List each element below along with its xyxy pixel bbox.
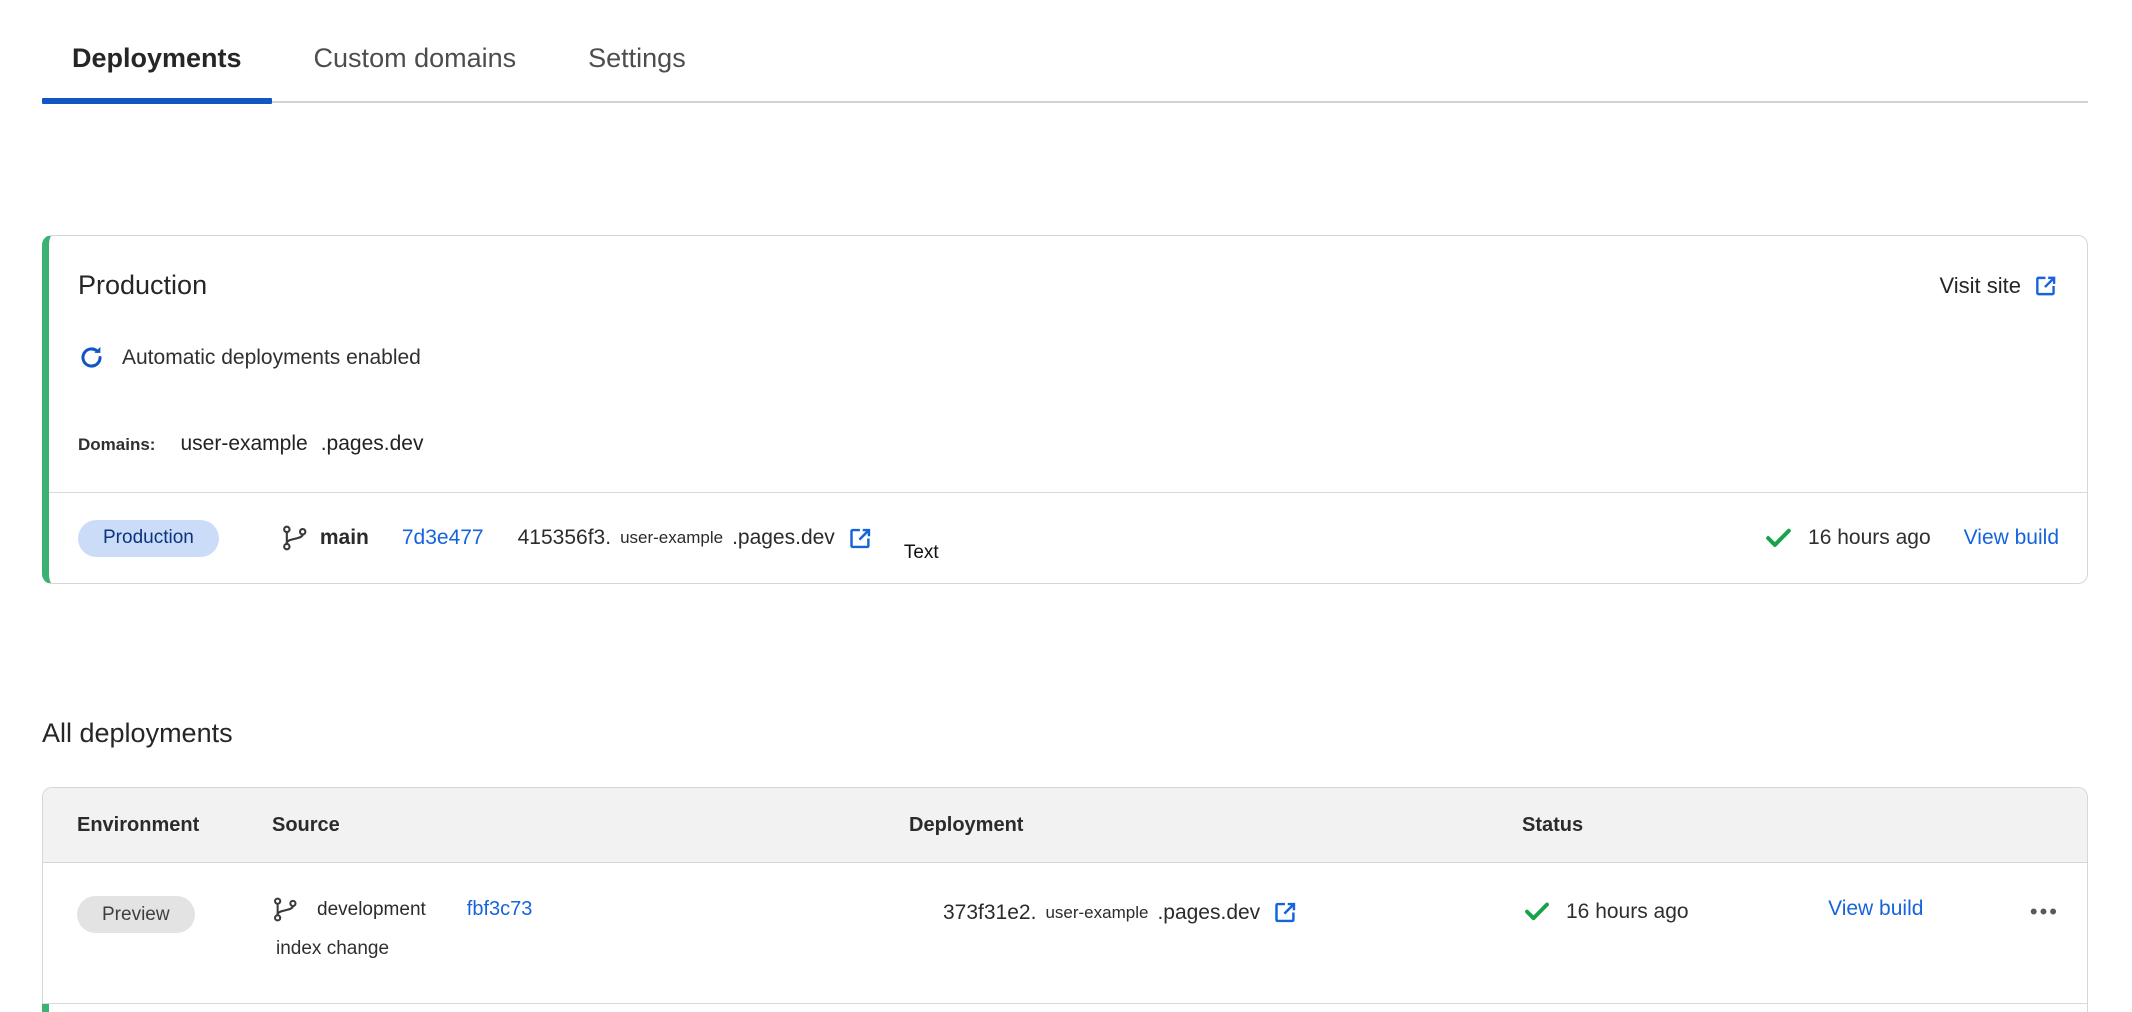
next-row-peek (42, 1004, 2088, 1012)
commit-message: index change (272, 938, 909, 960)
tab-deployments[interactable]: Deployments (42, 43, 272, 101)
more-options-button[interactable]: ••• (2030, 897, 2059, 927)
visit-site-link[interactable]: Visit site (1939, 273, 2059, 299)
external-link-icon[interactable] (847, 525, 874, 552)
column-header-deployment: Deployment (909, 814, 1522, 837)
domains-row: Domains: user-example .pages.dev (78, 432, 423, 456)
check-icon (1763, 523, 1794, 554)
deployment-domain-suffix: .pages.dev (1157, 901, 1260, 925)
deployment-cell: 373f31e2. user-example .pages.dev (909, 863, 1522, 1003)
deployments-table: Environment Source Deployment Status Pre… (42, 787, 2088, 1012)
production-title: Production (78, 270, 207, 301)
check-icon (1522, 897, 1552, 927)
commit-link[interactable]: 7d3e477 (402, 526, 484, 550)
deployment-hash: 373f31e2. (943, 901, 1036, 925)
view-build-link[interactable]: View build (1964, 526, 2059, 550)
deployment-url: 373f31e2. user-example .pages.dev (943, 899, 1522, 926)
source-cell: development fbf3c73 index change (272, 863, 909, 1003)
visit-site-label: Visit site (1939, 273, 2021, 299)
commit-message-text: Text (904, 542, 939, 564)
tab-bar: Deployments Custom domains Settings (42, 0, 2088, 103)
refresh-icon (78, 344, 105, 371)
git-branch-icon (281, 524, 309, 552)
git-branch-icon (272, 896, 299, 923)
deployment-hash: 415356f3. (518, 526, 611, 550)
table-header-row: Environment Source Deployment Status (43, 788, 2087, 863)
table-row: Preview development fbf3c73 (43, 863, 2087, 1004)
production-card-header: Production Visit site (78, 270, 2059, 301)
external-link-icon[interactable] (1272, 899, 1299, 926)
deploy-time: 16 hours ago (1808, 526, 1931, 550)
column-header-source: Source (272, 814, 909, 837)
column-header-environment: Environment (77, 814, 272, 837)
source-branch-line: development fbf3c73 (272, 896, 909, 923)
production-card: Production Visit site Automa (42, 235, 2088, 584)
deployment-project-name: user-example (1045, 903, 1148, 923)
environment-badge: Production (78, 520, 219, 557)
branch-name: development (317, 899, 426, 921)
branch-group: main (281, 524, 369, 552)
domains-label: Domains: (78, 435, 155, 455)
external-link-icon (2033, 273, 2059, 299)
deploy-time: 16 hours ago (1566, 900, 1689, 924)
commit-link[interactable]: fbf3c73 (467, 898, 533, 921)
deployment-url: 415356f3. user-example .pages.dev (518, 525, 874, 552)
domain-suffix: .pages.dev (321, 432, 424, 456)
tab-custom-domains[interactable]: Custom domains (284, 43, 547, 101)
deployment-project-name: user-example (620, 528, 723, 548)
auto-deployments-row: Automatic deployments enabled (78, 344, 421, 371)
column-header-status: Status (1522, 814, 2087, 837)
deployment-domain-suffix: .pages.dev (732, 526, 835, 550)
view-build-link[interactable]: View build (1828, 897, 1923, 921)
environment-cell: Preview (77, 863, 272, 1003)
environment-badge: Preview (77, 896, 195, 933)
status-cell: 16 hours ago View build ••• (1522, 863, 2087, 1003)
tab-settings[interactable]: Settings (558, 43, 716, 101)
status-group: 16 hours ago View build (1763, 523, 2059, 554)
status-group: 16 hours ago (1522, 897, 1689, 927)
branch-name: main (320, 526, 369, 550)
all-deployments-title: All deployments (42, 718, 233, 749)
auto-deployments-text: Automatic deployments enabled (122, 346, 421, 370)
pages-project-screen: Deployments Custom domains Settings Prod… (0, 0, 2132, 1012)
domain-name: user-example (180, 432, 307, 456)
production-deployment-row: Production main 7d3e477 415356f3. user-e… (49, 492, 2087, 583)
